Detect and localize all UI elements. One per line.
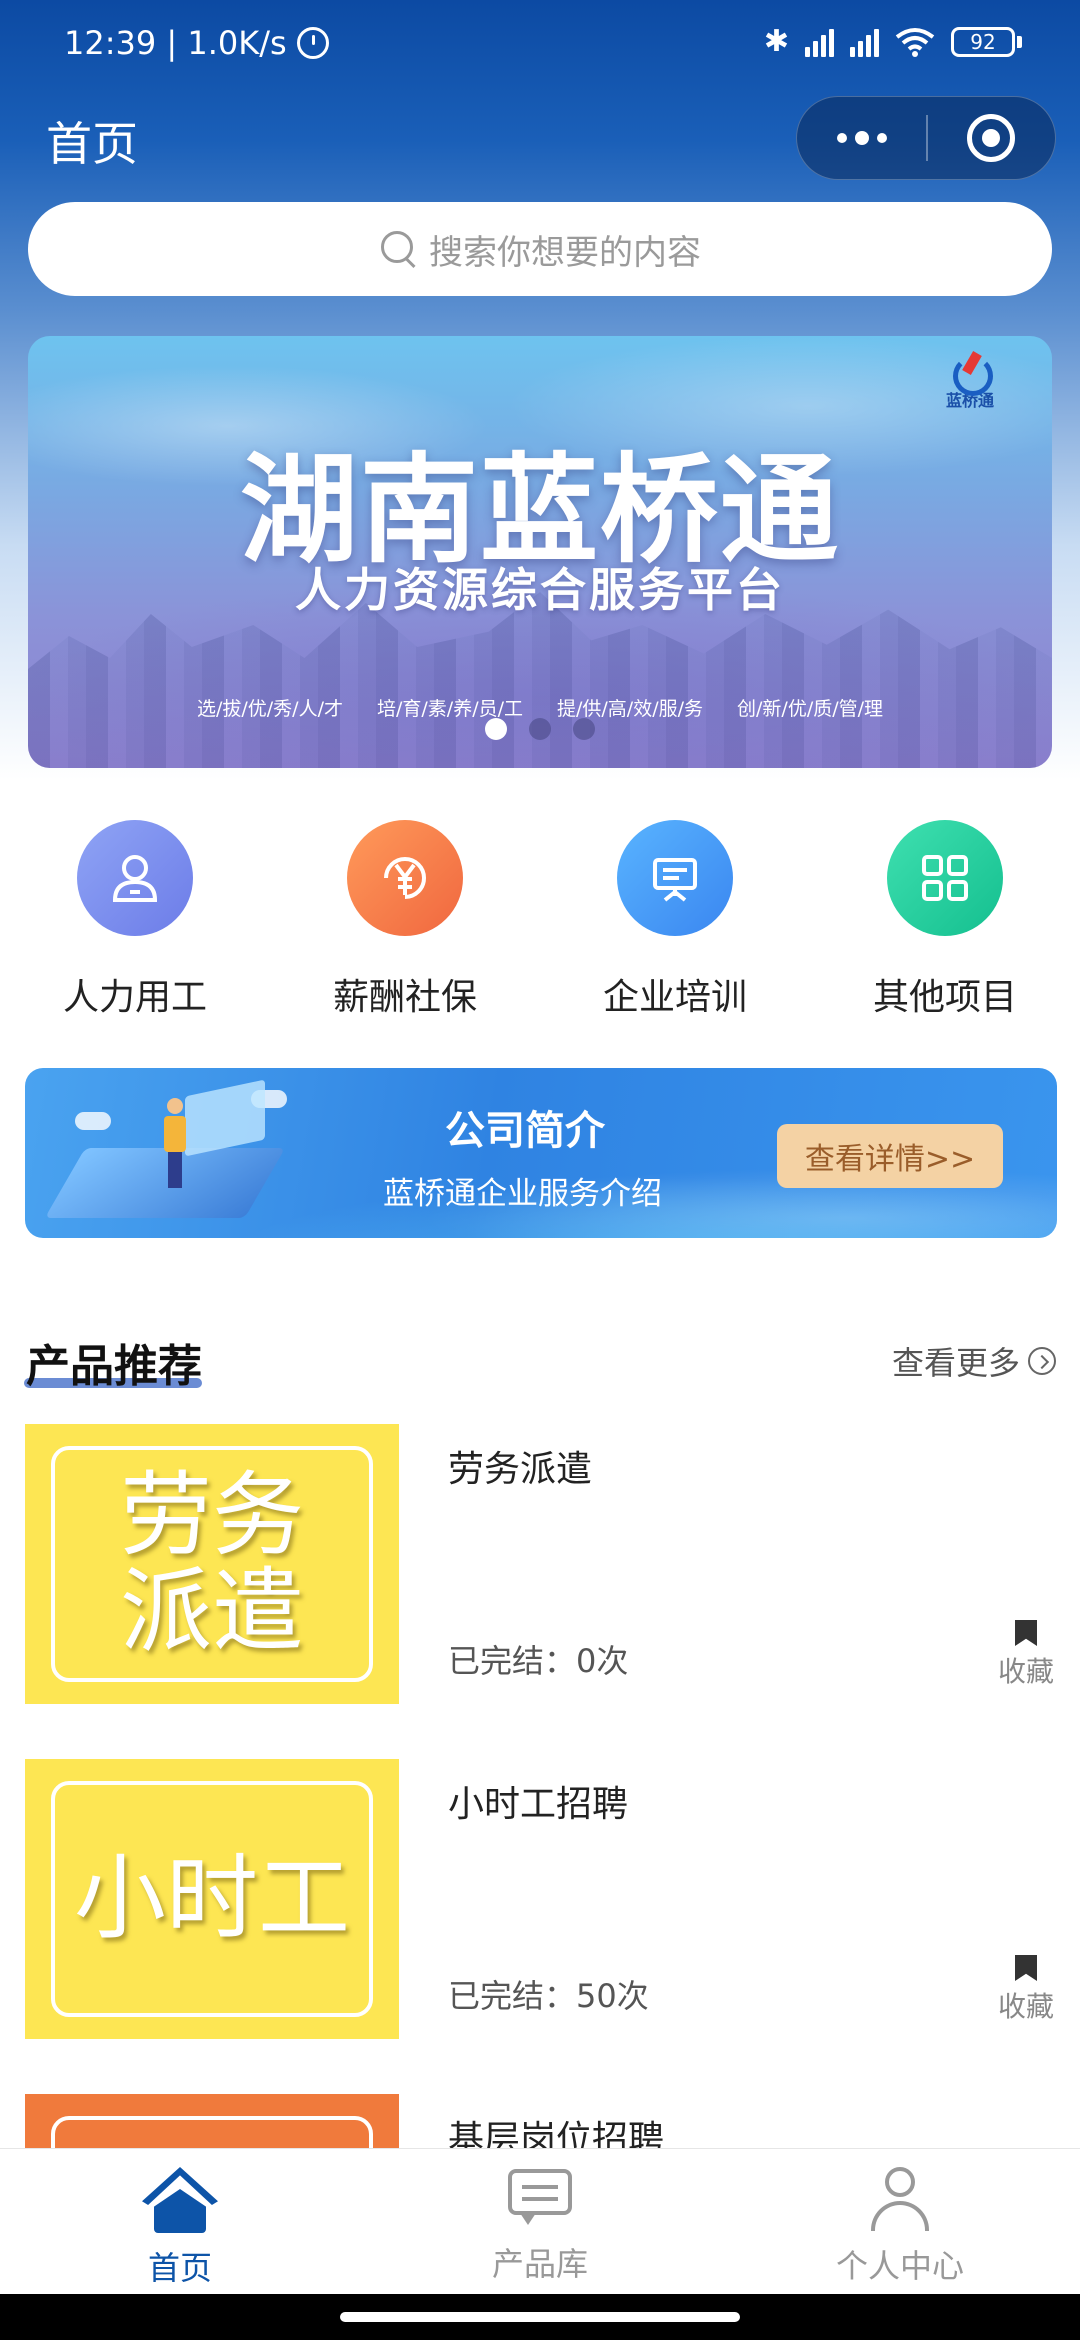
carousel-dot[interactable] [573, 718, 595, 740]
category-training[interactable]: 企业培训 [540, 820, 810, 1020]
carousel-dot[interactable] [529, 718, 551, 740]
product-thumbnail: 劳务 派遣 [25, 1424, 399, 1704]
bluetooth-icon: ✱ [763, 24, 789, 59]
battery-level: 92 [951, 26, 1015, 57]
person-icon [77, 820, 193, 936]
tab-home[interactable]: 首页 [0, 2149, 360, 2294]
grid-icon [887, 820, 1003, 936]
product-completed-count: 已完结：0次 [448, 1642, 629, 1680]
banner-carousel[interactable]: 蓝桥通 湖南蓝桥通 人力资源综合服务平台 选/拔/优/秀/人/才 培/育/素/养… [28, 336, 1052, 768]
signal-icon [805, 27, 834, 57]
company-intro-banner[interactable]: 公司简介 蓝桥通企业服务介绍 查看详情>> [25, 1068, 1057, 1238]
intro-illustration-person [160, 1098, 190, 1193]
favorite-button[interactable]: 收藏 [996, 1620, 1056, 1690]
miniprogram-capsule [796, 96, 1056, 180]
product-item[interactable]: 小时工 小时工招聘 已完结：50次 收藏 [0, 1759, 1080, 2039]
banner-slogans: 选/拔/优/秀/人/才 培/育/素/养/员/工 提/供/高/效/服/务 创/新/… [28, 694, 1052, 721]
presentation-icon [617, 820, 733, 936]
product-item[interactable]: 基层岗位招聘 [0, 2094, 1080, 2148]
bookmark-icon [1015, 1620, 1037, 1646]
chat-icon [506, 2167, 574, 2229]
slogan: 创/新/优/质/管/理 [737, 698, 884, 720]
signal-icon-2 [850, 27, 879, 57]
carousel-dot-active[interactable] [485, 718, 507, 740]
category-grid: 人力用工 薪酬社保 企业培训 其他项目 [0, 820, 1080, 1020]
slogan: 提/供/高/效/服/务 [557, 698, 704, 720]
thumbnail-frame [51, 2116, 373, 2148]
search-input[interactable]: 搜索你想要的内容 [28, 202, 1052, 296]
product-title: 劳务派遣 [448, 1449, 593, 1490]
search-placeholder: 搜索你想要的内容 [429, 232, 701, 273]
product-item[interactable]: 劳务 派遣 劳务派遣 已完结：0次 收藏 [0, 1424, 1080, 1704]
tab-profile[interactable]: 个人中心 [720, 2149, 1080, 2294]
arrow-right-circle-icon [1028, 1347, 1056, 1375]
more-button[interactable] [797, 96, 926, 180]
status-bar: 12:39 | 1.0K/s ✱ 92 [0, 0, 1080, 90]
close-button[interactable] [928, 96, 1055, 180]
product-thumbnail [25, 2094, 399, 2148]
slogan: 培/育/素/养/员/工 [376, 698, 523, 720]
bottom-tab-bar: 首页 产品库 个人中心 [0, 2148, 1080, 2294]
target-icon [967, 114, 1016, 162]
product-completed-count: 已完结：50次 [448, 1977, 649, 2015]
category-payroll[interactable]: 薪酬社保 [270, 820, 540, 1020]
view-more-label: 查看更多 [891, 1344, 1020, 1382]
status-time: 12:39 | 1.0K/s [64, 24, 329, 62]
favorite-label: 收藏 [997, 1990, 1054, 2023]
page-title: 首页 [46, 117, 138, 171]
favorite-button[interactable]: 收藏 [996, 1955, 1056, 2025]
status-indicators: ✱ 92 [764, 24, 1022, 59]
category-label: 薪酬社保 [332, 977, 477, 1018]
brand-logo: 蓝桥通 [944, 352, 996, 410]
favorite-label: 收藏 [997, 1655, 1054, 1688]
slogan: 选/拔/优/秀/人/才 [196, 698, 343, 720]
home-indicator[interactable] [340, 2312, 740, 2322]
view-more-link[interactable]: 查看更多 [892, 1338, 1056, 1384]
bookmark-icon [1015, 1955, 1037, 1981]
user-icon [867, 2167, 933, 2231]
cloud-decoration [75, 1112, 111, 1130]
tab-label: 产品库 [491, 2245, 588, 2283]
banner-subtitle: 人力资源综合服务平台 [295, 563, 785, 617]
thumbnail-text: 劳务 派遣 [51, 1446, 373, 1682]
carousel-dots [28, 718, 1052, 740]
product-title: 基层岗位招聘 [448, 2119, 665, 2148]
logo-mark-icon [947, 352, 993, 396]
category-label: 企业培训 [602, 977, 747, 1018]
view-details-button[interactable]: 查看详情>> [777, 1124, 1003, 1188]
tab-label: 个人中心 [835, 2247, 964, 2285]
search-icon [379, 229, 419, 269]
category-labor[interactable]: 人力用工 [0, 820, 270, 1020]
clock-text: 12:39 | 1.0K/s [64, 24, 287, 62]
product-thumbnail: 小时工 [25, 1759, 399, 2039]
alarm-icon [296, 27, 329, 59]
tab-label: 首页 [147, 2249, 212, 2287]
thumbnail-text: 小时工 [51, 1781, 373, 2017]
tab-products[interactable]: 产品库 [360, 2149, 720, 2294]
battery-icon: 92 [951, 26, 1022, 57]
category-label: 人力用工 [62, 977, 207, 1018]
system-gesture-bar [0, 2294, 1080, 2340]
home-icon [142, 2167, 218, 2233]
intro-subtitle: 蓝桥通企业服务介绍 [383, 1176, 662, 1212]
wifi-icon [895, 27, 935, 57]
category-other[interactable]: 其他项目 [810, 820, 1080, 1020]
product-title: 小时工招聘 [448, 1784, 629, 1825]
yen-icon [347, 820, 463, 936]
category-label: 其他项目 [872, 977, 1017, 1018]
section-title: 产品推荐 [26, 1341, 202, 1392]
intro-title: 公司简介 [445, 1108, 605, 1154]
